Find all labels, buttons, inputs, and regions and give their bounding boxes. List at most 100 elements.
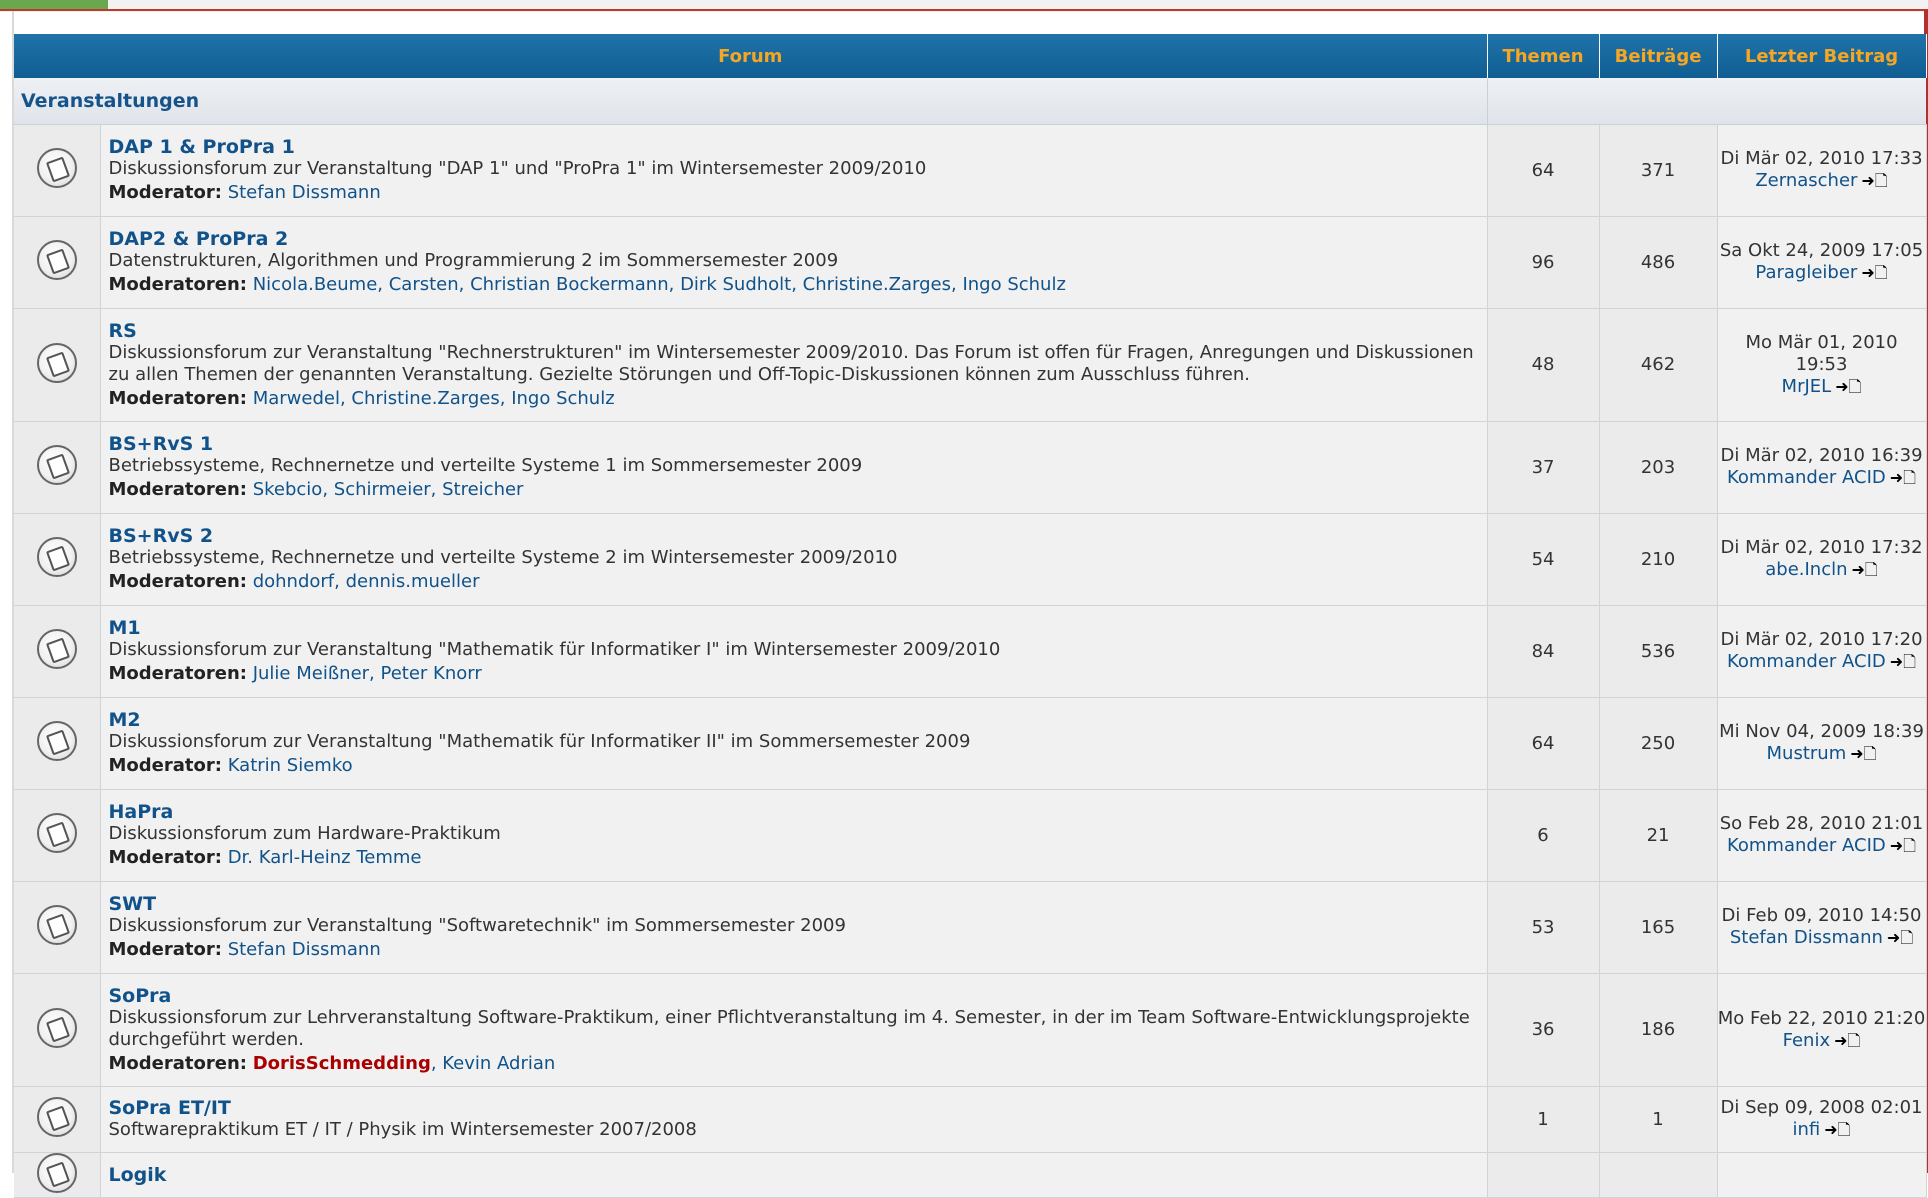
last-post-user[interactable]: abe.Incln xyxy=(1765,559,1847,580)
last-post-date: Di Feb 09, 2010 14:50 xyxy=(1721,905,1922,926)
topics-count: 1 xyxy=(1487,1086,1600,1153)
forum-read-icon xyxy=(36,905,77,945)
forum-description: Diskussionsforum zum Hardware-Praktikum xyxy=(108,823,501,844)
last-post-cell: So Feb 28, 2010 21:01 Kommander ACID ➜🗋 xyxy=(1717,789,1927,882)
last-post-user[interactable]: infi xyxy=(1793,1119,1821,1140)
moderator-label: Moderatoren: xyxy=(108,1052,247,1074)
forum-read-icon xyxy=(36,342,77,383)
forum-title-link[interactable]: M2 xyxy=(109,709,1487,731)
last-post-user[interactable]: Kommander ACID xyxy=(1727,651,1886,672)
forum-info: BS+RvS 2 Betriebssysteme, Rechnernetze un… xyxy=(100,513,1488,606)
last-post-user[interactable]: Fenix xyxy=(1783,1030,1831,1051)
moderators: Moderator: Katrin Siemko xyxy=(109,755,1487,777)
last-post-user[interactable]: Stefan Dissmann xyxy=(1730,927,1883,948)
last-post-user[interactable]: MrJEL xyxy=(1782,376,1832,397)
forum-row: M1 Diskussionsforum zur Veranstaltung "Ma… xyxy=(14,605,1927,698)
forum-row: SWT Diskussionsforum zur Veranstaltung "S… xyxy=(14,881,1927,974)
goto-last-post-icon[interactable]: ➜🗋 xyxy=(1861,263,1887,282)
last-post-user[interactable]: Zernascher xyxy=(1755,170,1857,191)
moderator-links[interactable]: dohndorf, dennis.mueller xyxy=(253,571,480,592)
forum-row: SoPra ET/IT Softwarepraktikum ET / IT / P… xyxy=(14,1086,1927,1153)
forum-status-cell xyxy=(14,881,101,974)
moderator-label: Moderator: xyxy=(108,755,222,776)
moderators: Moderator: Dr. Karl-Heinz Temme xyxy=(109,847,1487,869)
last-post-user[interactable]: Paragleiber xyxy=(1755,262,1857,283)
goto-last-post-icon[interactable]: ➜🗋 xyxy=(1890,836,1916,855)
topics-count: 53 xyxy=(1487,881,1600,974)
goto-last-post-icon[interactable]: ➜🗋 xyxy=(1824,1120,1850,1139)
moderator-links[interactable]: Stefan Dissmann xyxy=(228,939,381,960)
moderator-links[interactable]: Dr. Karl-Heinz Temme xyxy=(228,847,422,868)
forum-title-link[interactable]: HaPra xyxy=(109,801,1487,823)
forum-title-link[interactable]: M1 xyxy=(109,617,1487,639)
last-post-date: Di Mär 02, 2010 17:32 xyxy=(1720,537,1923,558)
moderator-links[interactable]: Nicola.Beume, Carsten, Christian Bockerm… xyxy=(253,274,1066,295)
last-post-cell: Di Mär 02, 2010 17:32 abe.Incln ➜🗋 xyxy=(1717,513,1927,606)
forum-title-link[interactable]: BS+RvS 1 xyxy=(109,433,1487,455)
forum-title-link[interactable]: DAP 1 & ProPra 1 xyxy=(109,136,1487,158)
forum-description: Diskussionsforum zur Veranstaltung "Soft… xyxy=(108,915,846,936)
category-link[interactable]: Veranstaltungen xyxy=(14,78,1488,125)
forum-info: M2 Diskussionsforum zur Veranstaltung "Ma… xyxy=(100,697,1488,790)
forum-read-icon xyxy=(36,240,77,280)
forum-status-cell xyxy=(14,1152,101,1198)
goto-last-post-icon[interactable]: ➜🗋 xyxy=(1834,1031,1860,1050)
goto-last-post-icon[interactable]: ➜🗋 xyxy=(1887,928,1913,947)
goto-last-post-icon[interactable]: ➜🗋 xyxy=(1890,652,1916,671)
last-post-cell: Di Sep 09, 2008 02:01 infi ➜🗋 xyxy=(1717,1086,1927,1153)
moderator-links[interactable]: Stefan Dissmann xyxy=(228,182,381,203)
goto-last-post-icon[interactable]: ➜🗋 xyxy=(1850,744,1876,763)
posts-count: 203 xyxy=(1599,421,1718,514)
forum-description: Diskussionsforum zur Veranstaltung "Math… xyxy=(108,639,1001,660)
moderator-links[interactable]: Skebcio, Schirmeier, Streicher xyxy=(253,479,524,500)
forum-info: SoPra Diskussionsforum zur Lehrveranstalt… xyxy=(100,973,1488,1087)
forum-status-cell xyxy=(14,1086,101,1153)
forum-status-cell xyxy=(14,513,101,606)
moderator-links[interactable]: Julie Meißner, Peter Knorr xyxy=(253,663,482,684)
moderator-links[interactable]: , Kevin Adrian xyxy=(431,1053,555,1074)
forum-description: Betriebssysteme, Rechnernetze und vertei… xyxy=(108,455,863,476)
moderators: Moderatoren: Skebcio, Schirmeier, Streic… xyxy=(109,479,1487,501)
moderator-links[interactable]: Katrin Siemko xyxy=(228,755,353,776)
forum-title-link[interactable]: SoPra ET/IT xyxy=(109,1097,1487,1119)
forum-info: HaPra Diskussionsforum zum Hardware-Prakt… xyxy=(100,789,1488,882)
forum-title-link[interactable]: Logik xyxy=(109,1164,1487,1186)
forum-info: SWT Diskussionsforum zur Veranstaltung "S… xyxy=(100,881,1488,974)
category-row: Veranstaltungen xyxy=(14,78,1927,125)
last-post-cell: Di Mär 02, 2010 17:33 Zernascher ➜🗋 xyxy=(1717,124,1927,217)
forum-description: Softwarepraktikum ET / IT / Physik im Wi… xyxy=(108,1119,697,1140)
last-post-date: Sa Okt 24, 2009 17:05 xyxy=(1719,240,1924,261)
forum-table: Forum Themen Beiträge Letzter Beitrag Ve… xyxy=(14,34,1927,1198)
forum-title-link[interactable]: SWT xyxy=(109,893,1487,915)
forum-title-link[interactable]: SoPra xyxy=(109,985,1487,1007)
goto-last-post-icon[interactable]: ➜🗋 xyxy=(1835,377,1861,396)
forum-description: Diskussionsforum zur Veranstaltung "Math… xyxy=(108,731,971,752)
last-post-date: Di Mär 02, 2010 16:39 xyxy=(1720,445,1923,466)
last-post-cell: Mi Nov 04, 2009 18:39 Mustrum ➜🗋 xyxy=(1717,697,1927,790)
forum-info: SoPra ET/IT Softwarepraktikum ET / IT / P… xyxy=(100,1086,1488,1153)
last-post-cell: Di Mär 02, 2010 17:20 Kommander ACID ➜🗋 xyxy=(1717,605,1927,698)
goto-last-post-icon[interactable]: ➜🗋 xyxy=(1890,468,1916,487)
forum-title-link[interactable]: BS+RvS 2 xyxy=(109,525,1487,547)
forum-read-icon xyxy=(36,445,77,485)
moderator-links[interactable]: Marwedel, Christine.Zarges, Ingo Schulz xyxy=(253,388,615,409)
last-post-user[interactable]: Mustrum xyxy=(1767,743,1847,764)
forum-description: Diskussionsforum zur Veranstaltung "Rech… xyxy=(108,341,1474,385)
forum-info: BS+RvS 1 Betriebssysteme, Rechnernetze un… xyxy=(100,421,1488,514)
goto-last-post-icon[interactable]: ➜🗋 xyxy=(1852,560,1878,579)
forum-info: M1 Diskussionsforum zur Veranstaltung "Ma… xyxy=(100,605,1488,698)
goto-last-post-icon[interactable]: ➜🗋 xyxy=(1861,171,1887,190)
forum-status-cell xyxy=(14,605,101,698)
last-post-date: Di Mär 02, 2010 17:20 xyxy=(1720,629,1923,650)
last-post-user[interactable]: Kommander ACID xyxy=(1727,835,1886,856)
last-post-cell: Sa Okt 24, 2009 17:05 Paragleiber ➜🗋 xyxy=(1717,216,1927,309)
forum-title-link[interactable]: DAP2 & ProPra 2 xyxy=(109,228,1487,250)
moderator-link[interactable]: DorisSchmedding xyxy=(253,1053,431,1074)
forum-title-link[interactable]: RS xyxy=(109,320,1487,342)
topics-count: 36 xyxy=(1487,973,1600,1087)
last-post-user[interactable]: Kommander ACID xyxy=(1727,467,1886,488)
forum-read-icon xyxy=(36,1097,77,1137)
last-post-date: Di Mär 02, 2010 17:33 xyxy=(1720,148,1923,169)
last-post-cell: Di Feb 09, 2010 14:50 Stefan Dissmann ➜🗋 xyxy=(1717,881,1927,974)
moderators: Moderatoren: Julie Meißner, Peter Knorr xyxy=(109,663,1487,685)
